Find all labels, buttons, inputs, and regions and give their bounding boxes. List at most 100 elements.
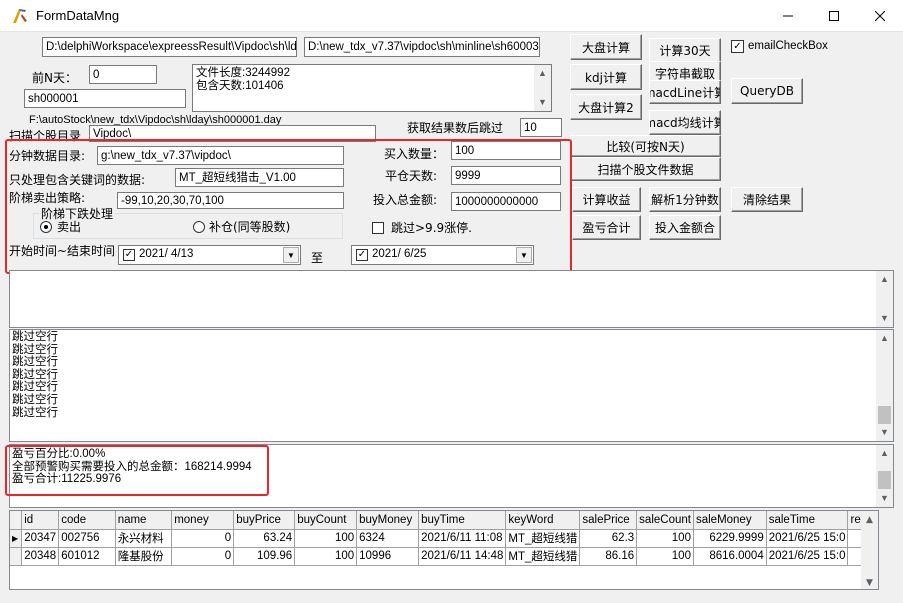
file-info-memo[interactable]: 文件长度:3244992 包含天数:101406 ▲ ▼ bbox=[192, 64, 552, 112]
table-cell[interactable]: 100 bbox=[294, 547, 358, 566]
table-cell[interactable]: 永兴材料 bbox=[115, 529, 173, 548]
table-row[interactable]: ▶ 20347 002756 永兴材料 0 63.24 100 6324 2021/6/11 1… bbox=[10, 529, 878, 548]
scroll-down-icon[interactable]: ▼ bbox=[534, 94, 551, 111]
querydb-button[interactable]: QueryDB bbox=[731, 78, 803, 104]
scan-files-button[interactable]: 扫描个股文件数据 bbox=[570, 157, 721, 181]
table-cell[interactable]: 002756 bbox=[58, 529, 116, 548]
minline-dir-input[interactable]: D:\new_tdx_v7.37\vipdoc\sh\minline\sh600… bbox=[304, 37, 540, 57]
invest-total-button[interactable]: 投入金额合 bbox=[649, 215, 721, 240]
market-calc2-button[interactable]: 大盘计算2 bbox=[570, 94, 642, 120]
row-indicator[interactable] bbox=[10, 547, 23, 566]
scroll-up-icon[interactable]: ▲ bbox=[861, 511, 878, 528]
column-header[interactable]: buyPrice bbox=[233, 511, 296, 530]
profit-total-button[interactable]: 盈亏合计 bbox=[572, 215, 641, 240]
email-checkbox[interactable]: ✓ bbox=[731, 40, 744, 53]
minute-dir-input[interactable]: g:\new_tdx_v7.37\vipdoc\ bbox=[97, 146, 344, 165]
end-date-picker[interactable]: ✓ 2021/ 6/25 ▼ bbox=[351, 245, 534, 265]
table-cell[interactable]: MT_超短线猎 bbox=[505, 547, 581, 566]
scroll-up-icon[interactable]: ▲ bbox=[534, 65, 551, 82]
column-header[interactable]: salePrice bbox=[579, 511, 638, 530]
parse-1min-button[interactable]: 解析1分钟数 bbox=[649, 187, 721, 212]
scroll-down-icon[interactable]: ▼ bbox=[876, 424, 893, 441]
table-cell[interactable]: 10996 bbox=[356, 547, 420, 566]
minimize-button[interactable] bbox=[765, 0, 811, 32]
column-header[interactable]: saleMoney bbox=[693, 511, 767, 530]
skip-input[interactable]: 10 bbox=[520, 118, 562, 137]
end-date-check[interactable]: ✓ bbox=[356, 249, 368, 261]
scroll-thumb[interactable] bbox=[878, 406, 891, 424]
table-cell[interactable]: 2021/6/25 15:0 bbox=[766, 529, 849, 548]
market-calc-button[interactable]: 大盘计算 bbox=[570, 34, 642, 60]
table-cell[interactable]: 0 bbox=[171, 547, 235, 566]
scroll-up-icon[interactable]: ▲ bbox=[876, 330, 893, 347]
kdj-button[interactable]: kdj计算 bbox=[570, 64, 642, 90]
log-scrollbar[interactable]: ▲ ▼ bbox=[876, 330, 893, 441]
table-cell[interactable]: 100 bbox=[636, 529, 694, 548]
macdline-button[interactable]: macdLine计算 bbox=[649, 80, 721, 104]
column-header[interactable]: buyMoney bbox=[356, 511, 420, 530]
table-cell[interactable]: 2021/6/25 15:0 bbox=[766, 547, 849, 566]
total-input[interactable]: 1000000000000 bbox=[451, 192, 561, 211]
summary-scrollbar[interactable]: ▲ ▼ bbox=[876, 445, 893, 507]
ladder-input[interactable]: -99,10,20,30,70,100 bbox=[117, 192, 344, 209]
chevron-down-icon[interactable]: ▼ bbox=[283, 247, 299, 263]
column-header[interactable]: keyWord bbox=[505, 511, 581, 530]
compare-button[interactable]: 比较(可按N天) bbox=[570, 135, 721, 157]
close-button[interactable] bbox=[857, 0, 903, 32]
table-cell[interactable]: 20347 bbox=[21, 529, 60, 548]
result-grid[interactable]: id code name money buyPrice buyCount buyMoney b… bbox=[9, 510, 879, 590]
code-input[interactable]: sh000001 bbox=[24, 89, 186, 108]
calc30-button[interactable]: 计算30天 bbox=[649, 38, 721, 63]
table-cell[interactable]: 6324 bbox=[356, 529, 420, 548]
column-header[interactable]: buyCount bbox=[294, 511, 358, 530]
add-radio[interactable] bbox=[193, 221, 205, 233]
keyword-input[interactable]: MT_超短线猎击_V1.00 bbox=[175, 168, 344, 187]
table-cell[interactable]: 86.16 bbox=[579, 547, 638, 566]
prev-n-input[interactable]: 0 bbox=[89, 65, 157, 84]
maximize-button[interactable] bbox=[811, 0, 857, 32]
start-date-picker[interactable]: ✓ 2021/ 4/13 ▼ bbox=[118, 245, 301, 265]
table-cell[interactable]: 109.96 bbox=[233, 547, 296, 566]
column-header[interactable]: saleCount bbox=[636, 511, 694, 530]
scan-dir-input[interactable]: Vipdoc\ bbox=[89, 125, 376, 142]
calc-profit-button[interactable]: 计算收益 bbox=[572, 187, 641, 212]
row-indicator[interactable]: ▶ bbox=[10, 529, 23, 548]
column-header[interactable]: money bbox=[171, 511, 235, 530]
chevron-down-icon[interactable]: ▼ bbox=[516, 247, 532, 263]
table-cell[interactable]: 0 bbox=[171, 529, 235, 548]
clear-result-button[interactable]: 清除结果 bbox=[731, 187, 803, 212]
grid-scrollbar[interactable]: ▲ ▼ bbox=[861, 511, 878, 589]
start-date-check[interactable]: ✓ bbox=[123, 249, 135, 261]
file-info-scrollbar[interactable]: ▲ ▼ bbox=[534, 65, 551, 111]
column-header[interactable]: saleTime bbox=[766, 511, 849, 530]
summary-memo[interactable]: 盈亏百分比:0.00% 全部预警购买需要投入的总金额：168214.9994 盈… bbox=[9, 444, 894, 508]
table-cell[interactable]: 2021/6/11 14:48 bbox=[418, 547, 507, 566]
table-cell[interactable]: 20348 bbox=[21, 547, 60, 566]
scroll-down-icon[interactable]: ▼ bbox=[876, 490, 893, 507]
table-cell[interactable]: 2021/6/11 11:08 bbox=[418, 529, 507, 548]
table-cell[interactable]: MT_超短线猎 bbox=[505, 529, 581, 548]
scroll-up-icon[interactable]: ▲ bbox=[876, 271, 893, 288]
scroll-down-icon[interactable]: ▼ bbox=[876, 310, 893, 327]
table-cell[interactable]: 62.3 bbox=[579, 529, 638, 548]
table-cell[interactable]: 100 bbox=[636, 547, 694, 566]
table-cell[interactable]: 63.24 bbox=[233, 529, 296, 548]
column-header[interactable]: name bbox=[115, 511, 173, 530]
table-cell[interactable]: 8616.0004 bbox=[693, 547, 767, 566]
output-scrollbar[interactable]: ▲ ▼ bbox=[876, 271, 893, 327]
scroll-up-icon[interactable]: ▲ bbox=[876, 445, 893, 462]
output-memo[interactable]: ▲ ▼ bbox=[9, 270, 894, 328]
column-header[interactable]: code bbox=[58, 511, 116, 530]
macd-avg-button[interactable]: macd均线计算 bbox=[649, 110, 721, 135]
close-days-input[interactable]: 9999 bbox=[451, 166, 561, 185]
table-cell[interactable]: 隆基股份 bbox=[115, 547, 173, 566]
table-cell[interactable]: 6229.9999 bbox=[693, 529, 767, 548]
table-cell[interactable]: 100 bbox=[294, 529, 358, 548]
log-memo[interactable]: 跳过空行 跳过空行 跳过空行 跳过空行 跳过空行 跳过空行 跳过空行 ▲ ▼ bbox=[9, 329, 894, 442]
table-cell[interactable]: 601012 bbox=[58, 547, 116, 566]
scroll-down-icon[interactable]: ▼ bbox=[861, 574, 878, 589]
buy-qty-input[interactable]: 100 bbox=[451, 141, 561, 160]
column-header[interactable]: buyTime bbox=[418, 511, 507, 530]
day-dir-input[interactable]: D:\delphiWorkspace\expreessResult\Vipdoc… bbox=[42, 37, 297, 57]
skip99-checkbox[interactable] bbox=[372, 222, 384, 234]
